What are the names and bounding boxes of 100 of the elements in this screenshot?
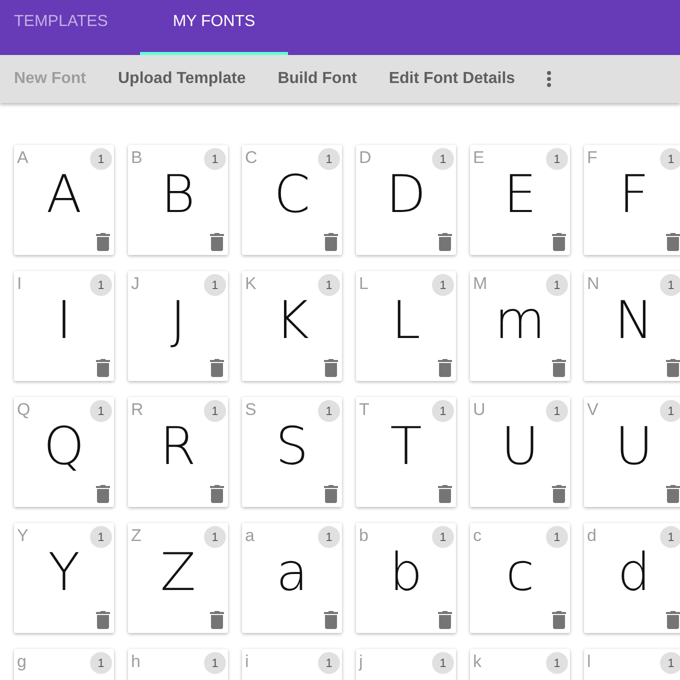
glyph-card[interactable]: N 1 N [584,271,680,381]
delete-icon[interactable] [96,359,110,377]
delete-icon[interactable] [324,611,338,629]
glyph-card[interactable]: Z 1 Z [128,523,228,633]
delete-icon[interactable] [666,359,680,377]
glyph-card[interactable]: h 1 [128,649,228,680]
character-label: i [245,652,249,672]
delete-icon[interactable] [96,233,110,251]
delete-icon[interactable] [96,611,110,629]
count-badge: 1 [660,652,680,674]
handwritten-glyph: Z [159,542,197,605]
handwritten-glyph: A [45,164,83,227]
character-label: d [587,526,596,546]
character-label: Y [17,526,28,546]
handwritten-glyph: I [55,290,73,353]
count-badge: 1 [318,652,340,674]
handwritten-glyph: U [614,416,654,479]
delete-icon[interactable] [324,485,338,503]
character-label: g [17,652,26,672]
glyph-card[interactable]: U 1 U [470,397,570,507]
delete-icon[interactable] [438,485,452,503]
glyph-card[interactable]: l 1 [584,649,680,680]
count-badge: 1 [204,274,226,296]
toolbar-button[interactable]: Build Font [278,70,357,88]
character-label: U [473,400,486,420]
delete-icon[interactable] [210,233,224,251]
glyph-card[interactable]: E 1 E [470,145,570,255]
count-badge: 1 [204,526,226,548]
glyph-card[interactable]: b 1 b [356,523,456,633]
count-badge: 1 [90,652,112,674]
character-label: Z [131,526,142,546]
glyph-card[interactable]: J 1 J [128,271,228,381]
glyph-card[interactable]: i 1 [242,649,342,680]
handwritten-glyph: F [618,164,650,227]
toolbar-button[interactable]: Edit Font Details [388,70,516,88]
glyph-card[interactable]: d 1 d [584,523,680,633]
delete-icon[interactable] [666,485,680,503]
delete-icon[interactable] [438,359,452,377]
delete-icon[interactable] [210,359,224,377]
character-label: j [359,652,363,672]
character-label: L [359,274,368,294]
handwritten-glyph: N [614,290,654,353]
character-label: M [473,274,488,294]
tab[interactable]: TEMPLATES [0,0,140,55]
glyph-card[interactable]: C 1 C [242,145,342,255]
glyph-card[interactable]: Q 1 Q [14,397,114,507]
more-options-icon[interactable] [547,71,552,87]
delete-icon[interactable] [552,359,566,377]
glyph-card[interactable]: B 1 B [128,145,228,255]
count-badge: 1 [660,148,680,170]
glyph-card[interactable]: V 1 U [584,397,680,507]
count-badge: 1 [318,274,340,296]
character-label: B [131,148,142,168]
count-badge: 1 [90,526,112,548]
character-label: A [17,148,28,168]
glyph-card[interactable]: Y 1 Y [14,523,114,633]
delete-icon[interactable] [324,233,338,251]
character-label: C [245,148,258,168]
glyph-card[interactable]: D 1 D [356,145,456,255]
glyph-card[interactable]: L 1 L [356,271,456,381]
character-label: I [17,274,22,294]
toolbar-button[interactable]: Upload Template [118,70,246,88]
glyph-card[interactable]: M 1 m [470,271,570,381]
glyph-card[interactable]: c 1 c [470,523,570,633]
delete-icon[interactable] [96,485,110,503]
count-badge: 1 [432,400,454,422]
count-badge: 1 [546,400,568,422]
character-label: V [587,400,598,420]
character-label: T [359,400,370,420]
glyph-card[interactable]: g 1 [14,649,114,680]
delete-icon[interactable] [210,611,224,629]
count-badge: 1 [546,652,568,674]
delete-icon[interactable] [666,233,680,251]
glyph-card[interactable]: R 1 R [128,397,228,507]
delete-icon[interactable] [438,233,452,251]
count-badge: 1 [660,274,680,296]
glyph-card[interactable]: A 1 A [14,145,114,255]
glyph-card[interactable]: a 1 a [242,523,342,633]
delete-icon[interactable] [438,611,452,629]
delete-icon[interactable] [552,485,566,503]
glyph-card[interactable]: S 1 S [242,397,342,507]
count-badge: 1 [660,400,680,422]
count-badge: 1 [432,526,454,548]
handwritten-glyph: m [494,290,546,353]
character-label: F [587,148,598,168]
handwritten-glyph: c [504,542,536,605]
count-badge: 1 [204,400,226,422]
delete-icon[interactable] [210,485,224,503]
glyph-card[interactable]: j 1 [356,649,456,680]
delete-icon[interactable] [552,611,566,629]
glyph-card[interactable]: k 1 [470,649,570,680]
count-badge: 1 [90,274,112,296]
delete-icon[interactable] [552,233,566,251]
character-label: a [245,526,254,546]
glyph-card[interactable]: I 1 I [14,271,114,381]
glyph-card[interactable]: F 1 F [584,145,680,255]
delete-icon[interactable] [666,611,680,629]
delete-icon[interactable] [324,359,338,377]
glyph-card[interactable]: K 1 K [242,271,342,381]
glyph-card[interactable]: T 1 T [356,397,456,507]
